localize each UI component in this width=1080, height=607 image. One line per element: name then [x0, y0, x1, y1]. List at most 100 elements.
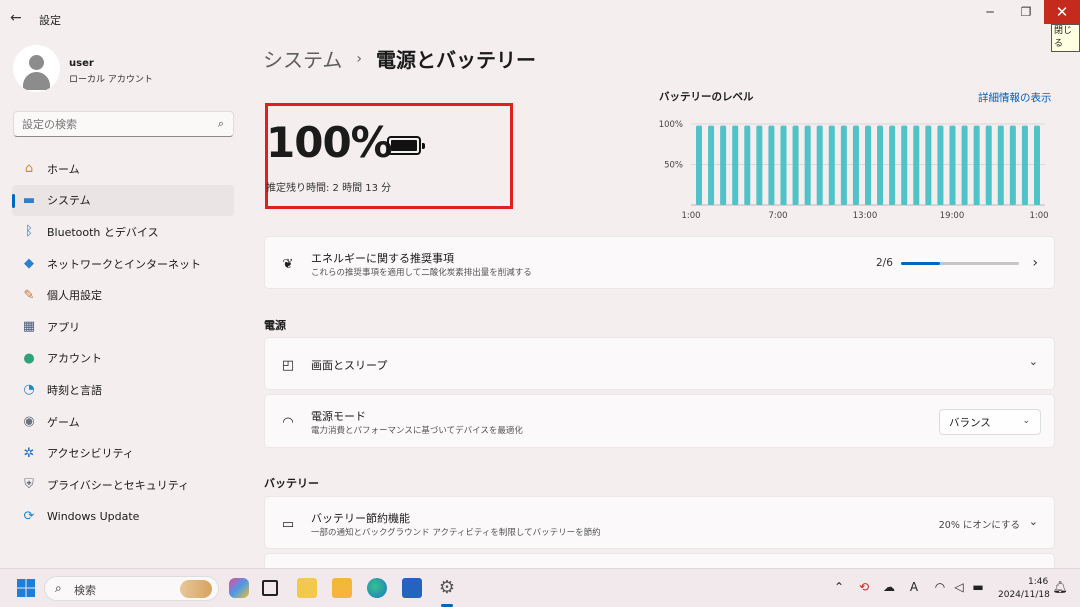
x-tick-label: 1:00: [681, 211, 700, 221]
battery-bar[interactable]: [961, 125, 968, 205]
store-icon[interactable]: [402, 578, 422, 598]
sidebar-item-brush[interactable]: ✎ 個人用設定: [12, 279, 234, 311]
sidebar-item-gamepad[interactable]: ◉ ゲーム: [12, 406, 234, 438]
wifi-icon[interactable]: ◠: [932, 580, 948, 594]
battery-saver-card[interactable]: ▭ バッテリー節約機能 一部の通知とバックグラウンド アクティビティを制限してバ…: [264, 496, 1055, 549]
notification-bell-icon[interactable]: 🔔︎: [1052, 580, 1068, 594]
battery-bar[interactable]: [708, 125, 715, 205]
battery-bar[interactable]: [913, 125, 920, 205]
sidebar-item-account[interactable]: ● アカウント: [12, 343, 234, 375]
battery-bar[interactable]: [756, 125, 763, 205]
chevron-down-icon[interactable]: ⌄: [1029, 355, 1038, 368]
battery-bar[interactable]: [889, 125, 896, 205]
power-mode-selected: バランス: [949, 417, 991, 429]
battery-tray-icon[interactable]: ▬: [970, 580, 986, 594]
battery-bar[interactable]: [997, 125, 1004, 205]
widgets-icon[interactable]: [297, 578, 317, 598]
power-mode-title: 電源モード: [311, 410, 366, 423]
back-arrow-icon[interactable]: ←: [10, 9, 28, 27]
start-button[interactable]: [16, 578, 36, 598]
sidebar-item-label: システム: [47, 194, 91, 208]
battery-bar[interactable]: [840, 125, 847, 205]
clock-time[interactable]: 1:46: [1028, 577, 1048, 587]
battery-bar[interactable]: [973, 125, 980, 205]
battery-bar[interactable]: [768, 125, 775, 205]
tray-overflow-icon[interactable]: ⌃: [831, 580, 847, 594]
sidebar-item-label: ネットワークとインターネット: [47, 257, 201, 271]
sidebar-item-label: プライバシーとセキュリティ: [47, 478, 190, 492]
copilot-icon[interactable]: [229, 578, 249, 598]
clock-date[interactable]: 2024/11/18: [998, 590, 1050, 600]
breadcrumb-parent[interactable]: システム: [263, 44, 342, 73]
battery-saver-subtitle: 一部の通知とバックグラウンド アクティビティを制限してバッテリーを節約: [311, 528, 601, 538]
task-view-icon[interactable]: [262, 580, 278, 596]
ime-indicator[interactable]: A: [906, 580, 922, 594]
battery-bar[interactable]: [877, 125, 884, 205]
close-button[interactable]: ✕: [1044, 0, 1080, 24]
battery-bar[interactable]: [1009, 125, 1016, 205]
restore-button[interactable]: ❐: [1008, 0, 1044, 24]
battery-bar[interactable]: [985, 125, 992, 205]
battery-bar[interactable]: [804, 125, 811, 205]
minimize-button[interactable]: ─: [972, 0, 1008, 24]
edge-icon[interactable]: [367, 578, 387, 598]
cloud-off-icon[interactable]: ☁: [881, 580, 897, 594]
volume-icon[interactable]: ◁: [951, 580, 967, 594]
battery-bar[interactable]: [828, 125, 835, 205]
search-highlight-icon: [180, 580, 212, 598]
sync-icon[interactable]: ⟲: [856, 580, 872, 594]
power-mode-subtitle: 電力消費とパフォーマンスに基づいてデバイスを最適化: [311, 426, 523, 436]
account-icon: ●: [23, 350, 35, 366]
screen-sleep-card[interactable]: ◰ 画面とスリープ ⌄: [264, 337, 1055, 390]
sidebar-item-label: 時刻と言語: [47, 383, 102, 397]
power-mode-dropdown[interactable]: バランス ⌄: [939, 409, 1041, 435]
wifi-icon: ◆: [24, 256, 34, 272]
sidebar-item-label: Windows Update: [47, 509, 140, 523]
accessibility-icon: ✲: [23, 445, 35, 461]
battery-bar[interactable]: [1021, 125, 1028, 205]
sidebar-item-globe-clock[interactable]: ◔ 時刻と言語: [12, 374, 234, 406]
chevron-down-icon[interactable]: ⌄: [1029, 515, 1038, 528]
sidebar-item-label: ホーム: [47, 162, 80, 176]
battery-bar[interactable]: [937, 125, 944, 205]
sidebar-item-apps[interactable]: ▦ アプリ: [12, 311, 234, 343]
avatar[interactable]: [13, 45, 60, 92]
sidebar-item-home[interactable]: ⌂ ホーム: [12, 153, 234, 185]
sidebar-item-bluetooth[interactable]: ᛒ Bluetooth とデバイス: [12, 216, 234, 248]
title-bar: ← 設定 ─ ❐ ✕ 閉じる: [0, 0, 1080, 52]
brush-icon: ✎: [23, 287, 35, 303]
battery-bar[interactable]: [696, 125, 702, 205]
battery-heading: バッテリー: [264, 477, 319, 490]
x-tick-label: 19:00: [940, 211, 965, 221]
battery-bar[interactable]: [780, 125, 787, 205]
file-explorer-icon[interactable]: [332, 578, 352, 598]
battery-bar[interactable]: [792, 125, 799, 205]
battery-bar[interactable]: [852, 125, 859, 205]
details-link[interactable]: 詳細情報の表示: [978, 90, 1052, 105]
chevron-right-icon[interactable]: ›: [1032, 255, 1038, 271]
battery-bar[interactable]: [720, 125, 727, 205]
battery-bar[interactable]: [901, 125, 908, 205]
battery-bar[interactable]: [949, 125, 956, 205]
energy-recommendations-card[interactable]: ❦ エネルギーに関する推奨事項 これらの推奨事項を適用して二酸化炭素排出量を削減…: [264, 236, 1055, 289]
settings-search[interactable]: ⌕: [13, 111, 234, 137]
search-input[interactable]: [14, 112, 204, 136]
battery-bar[interactable]: [925, 125, 932, 205]
battery-bar[interactable]: [1034, 125, 1040, 205]
settings-gear-icon[interactable]: ⚙: [437, 578, 457, 598]
sidebar-item-wifi[interactable]: ◆ ネットワークとインターネット: [12, 248, 234, 280]
taskbar-search[interactable]: ⌕ 検索: [44, 576, 219, 601]
battery-bar[interactable]: [732, 125, 739, 205]
battery-bar[interactable]: [816, 125, 823, 205]
sidebar-item-update[interactable]: ⟳ Windows Update: [12, 501, 234, 533]
sidebar-item-shield[interactable]: ⛨ プライバシーとセキュリティ: [12, 469, 234, 501]
sidebar-item-accessibility[interactable]: ✲ アクセシビリティ: [12, 437, 234, 469]
avatar-head: [29, 55, 44, 70]
sidebar-item-system[interactable]: ▬ システム: [12, 184, 234, 217]
battery-bar[interactable]: [744, 125, 751, 205]
battery-bar[interactable]: [865, 125, 871, 205]
y-tick-label: 50%: [664, 161, 683, 171]
search-icon[interactable]: ⌕: [218, 117, 224, 131]
energy-progress-label: 2/6: [876, 257, 893, 269]
battery-saver-icon: ▭: [281, 516, 295, 532]
